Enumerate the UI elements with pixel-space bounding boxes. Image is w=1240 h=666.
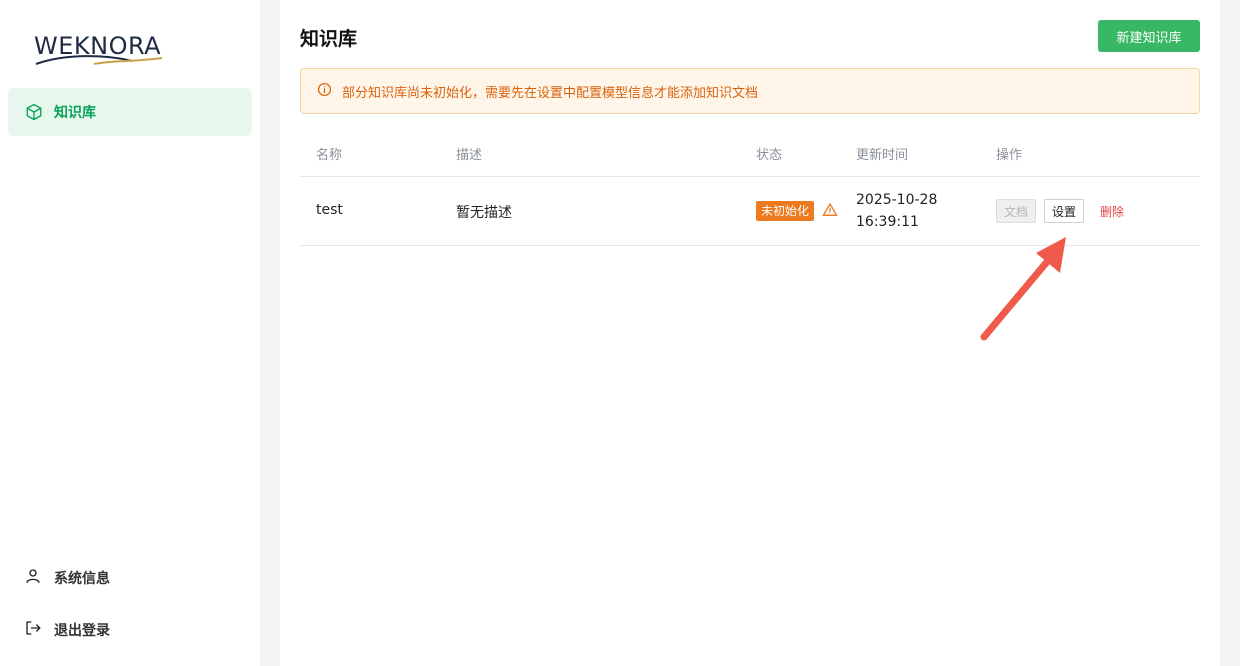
table-row[interactable]: test 暂无描述 未初始化 2025-10-28 16:39:11 文档 设置…: [300, 177, 1200, 246]
kb-name[interactable]: test: [316, 202, 343, 218]
updated-date-text: 2025-10-28: [856, 192, 938, 208]
sidebar-item-logout[interactable]: 退出登录: [24, 618, 110, 642]
column-header-status: 状态: [756, 148, 783, 163]
sidebar: WEKNORA 知识库 系统信息 退出登录: [0, 0, 260, 666]
info-icon: [317, 82, 332, 101]
main-panel: 知识库 新建知识库 部分知识库尚未初始化，需要先在设置中配置模型信息才能添加知识…: [280, 0, 1220, 666]
column-header-actions: 操作: [996, 148, 1023, 163]
cube-icon: [24, 102, 44, 122]
page-title: 知识库: [300, 28, 358, 50]
status-badge: 未初始化: [756, 201, 815, 221]
sidebar-item-system-info[interactable]: 系统信息: [24, 566, 110, 590]
sidebar-item-label: 系统信息: [54, 571, 110, 587]
logout-icon: [24, 619, 42, 641]
delete-button[interactable]: 删除: [1100, 203, 1124, 220]
sidebar-item-knowledge-base[interactable]: 知识库: [8, 88, 252, 136]
kb-description: 暂无描述: [456, 205, 512, 221]
warning-icon: [822, 202, 838, 218]
sidebar-item-label: 退出登录: [54, 623, 110, 639]
column-header-description: 描述: [456, 148, 483, 163]
column-header-name: 名称: [316, 148, 343, 163]
updated-time-text: 16:39:11: [856, 214, 919, 230]
logo-swoosh: [35, 55, 163, 65]
knowledge-base-table: 名称 描述 状态 更新时间 操作 test 暂无描述 未初始化 2025-10-…: [300, 130, 1200, 246]
settings-button[interactable]: 设置: [1044, 199, 1084, 223]
user-icon: [24, 567, 42, 589]
table-header: 名称 描述 状态 更新时间 操作: [300, 130, 1200, 177]
column-header-updated: 更新时间: [856, 148, 909, 163]
app-root: WEKNORA 知识库 系统信息 退出登录 知识库 新建知识库 部分知识库尚未初…: [0, 0, 1240, 666]
sidebar-item-label: 知识库: [54, 105, 96, 121]
create-knowledge-base-button[interactable]: 新建知识库: [1098, 20, 1200, 52]
alert-text: 部分知识库尚未初始化，需要先在设置中配置模型信息才能添加知识文档: [342, 85, 759, 101]
init-warning-alert: 部分知识库尚未初始化，需要先在设置中配置模型信息才能添加知识文档: [300, 68, 1200, 114]
logo: WEKNORA: [34, 30, 174, 70]
documents-button[interactable]: 文档: [996, 199, 1036, 223]
updated-time: 2025-10-28 16:39:11: [856, 189, 937, 233]
